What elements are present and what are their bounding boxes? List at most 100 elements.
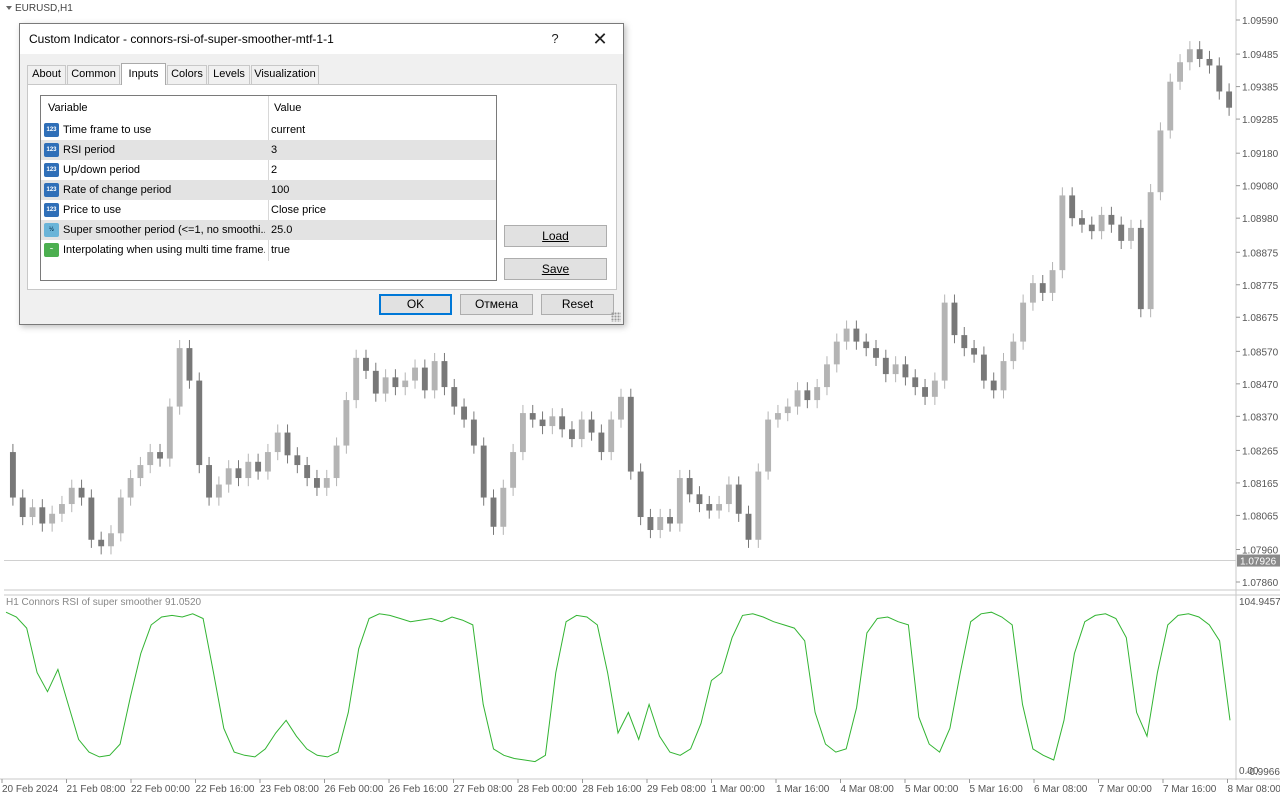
candle-body [549, 416, 556, 427]
candle-body [814, 387, 821, 401]
candle-body [1177, 62, 1183, 82]
candle-body [225, 468, 232, 485]
y-tick-label: 1.07860 [1242, 578, 1279, 589]
candle-body [676, 478, 683, 524]
candle-body [264, 452, 271, 472]
tab-common[interactable]: Common [67, 65, 120, 84]
candle-body [323, 478, 330, 488]
integer-icon: 123 [44, 143, 59, 157]
input-value[interactable]: 2 [271, 164, 277, 176]
candle-body [1039, 283, 1046, 293]
candle-body [461, 406, 468, 420]
current-price-text: 1.07926 [1240, 557, 1277, 568]
candle-body [1206, 58, 1213, 66]
input-value[interactable]: 100 [271, 184, 289, 196]
input-value[interactable]: 25.0 [271, 224, 292, 236]
candle-body [1196, 49, 1203, 59]
candle-body [431, 361, 438, 391]
candle-body [784, 406, 791, 414]
candle-body [215, 484, 222, 498]
input-value[interactable]: current [271, 124, 305, 136]
dialog-title-bar[interactable]: Custom Indicator - connors-rsi-of-super-… [20, 24, 623, 54]
candle-body [1147, 192, 1154, 310]
input-value[interactable]: Close price [271, 204, 326, 216]
cancel-button[interactable]: Отмена [460, 294, 533, 315]
candle-body [333, 445, 340, 479]
candle-body [412, 367, 418, 381]
candle-body [892, 364, 899, 375]
rsi-line [5, 611, 1231, 763]
candle-body [706, 504, 713, 511]
x-tick-label: 22 Feb 16:00 [196, 784, 255, 795]
candle-body [9, 452, 16, 498]
candle-body [1186, 49, 1193, 63]
y-tick-label: 1.07960 [1242, 546, 1279, 557]
integer-icon: 123 [44, 183, 59, 197]
tab-visualization[interactable]: Visualization [251, 65, 319, 84]
candle-body [745, 513, 752, 540]
candle-body [274, 432, 281, 453]
input-value[interactable]: true [271, 244, 290, 256]
candle-body [1098, 214, 1105, 232]
input-row-updown-period[interactable]: 123 Up/down period 2 [41, 160, 496, 180]
candle-body [588, 419, 595, 433]
symbol-label[interactable]: EURUSD,H1 [6, 3, 73, 14]
input-value[interactable]: 3 [271, 144, 277, 156]
reset-button[interactable]: Reset [541, 294, 614, 315]
candle-body [1029, 283, 1036, 303]
candle-body [1167, 81, 1174, 131]
input-row-timeframe[interactable]: 123 Time frame to use current [41, 120, 496, 140]
candle-body [794, 390, 801, 407]
input-row-price[interactable]: 123 Price to use Close price [41, 200, 496, 220]
candle-body [108, 533, 114, 547]
x-tick-label: 5 Mar 16:00 [970, 784, 1024, 795]
candle-body [961, 335, 968, 349]
input-row-roc-period[interactable]: 123 Rate of change period 100 [41, 180, 496, 200]
x-tick-label: 27 Feb 08:00 [454, 784, 513, 795]
tab-inputs[interactable]: Inputs [121, 63, 166, 85]
candle-body [696, 494, 703, 505]
candle-body [1128, 227, 1134, 241]
help-button[interactable]: ? [533, 24, 577, 54]
inputs-grid[interactable]: Variable Value 123 Time frame to use cur… [40, 95, 497, 281]
candle-body [608, 419, 615, 453]
candle-body [1079, 218, 1085, 225]
ok-button[interactable]: OK [379, 294, 452, 315]
input-row-rsi-period[interactable]: 123 RSI period 3 [41, 140, 496, 160]
candle-body [647, 517, 654, 531]
column-variable[interactable]: Variable [48, 102, 88, 114]
tab-about[interactable]: About [27, 65, 66, 84]
y-tick-label: 1.08980 [1242, 214, 1279, 225]
input-row-interpolating[interactable]: ~ Interpolating when using multi time fr… [41, 240, 496, 260]
resize-grip-icon[interactable] [611, 312, 621, 322]
y-tick-label: 1.08165 [1242, 479, 1279, 490]
indicator-label: H1 Connors RSI of super smoother 91.0520 [6, 597, 202, 608]
dialog-title: Custom Indicator - connors-rsi-of-super-… [29, 32, 334, 46]
tab-colors[interactable]: Colors [167, 65, 207, 84]
x-tick-label: 28 Feb 16:00 [583, 784, 642, 795]
candle-body [255, 461, 262, 472]
x-tick-label: 22 Feb 00:00 [131, 784, 190, 795]
save-button[interactable]: Save [504, 258, 607, 280]
y-tick-label: 1.09485 [1242, 50, 1279, 61]
close-button[interactable]: ✕ [578, 24, 622, 54]
candle-body [637, 471, 644, 518]
x-tick-label: 7 Mar 16:00 [1163, 784, 1217, 795]
candle-body [1010, 341, 1017, 362]
candle-body [480, 445, 487, 498]
tab-levels[interactable]: Levels [208, 65, 250, 84]
custom-indicator-dialog: Custom Indicator - connors-rsi-of-super-… [19, 23, 624, 325]
x-tick-label: 23 Feb 08:00 [260, 784, 319, 795]
candle-body [490, 497, 497, 527]
y-tick-label: 1.08875 [1242, 248, 1279, 259]
column-value[interactable]: Value [274, 102, 301, 114]
boolean-icon: ~ [44, 243, 59, 257]
y-tick-label: 1.08370 [1242, 412, 1279, 423]
candle-body [1157, 130, 1164, 193]
y-tick-label: 1.08265 [1242, 446, 1279, 457]
load-button[interactable]: Load [504, 225, 607, 247]
input-row-smoother-period[interactable]: ½ Super smoother period (<=1, no smoothi… [41, 220, 496, 240]
integer-icon: 123 [44, 163, 59, 177]
candle-body [1226, 91, 1233, 108]
candle-body [137, 465, 144, 479]
